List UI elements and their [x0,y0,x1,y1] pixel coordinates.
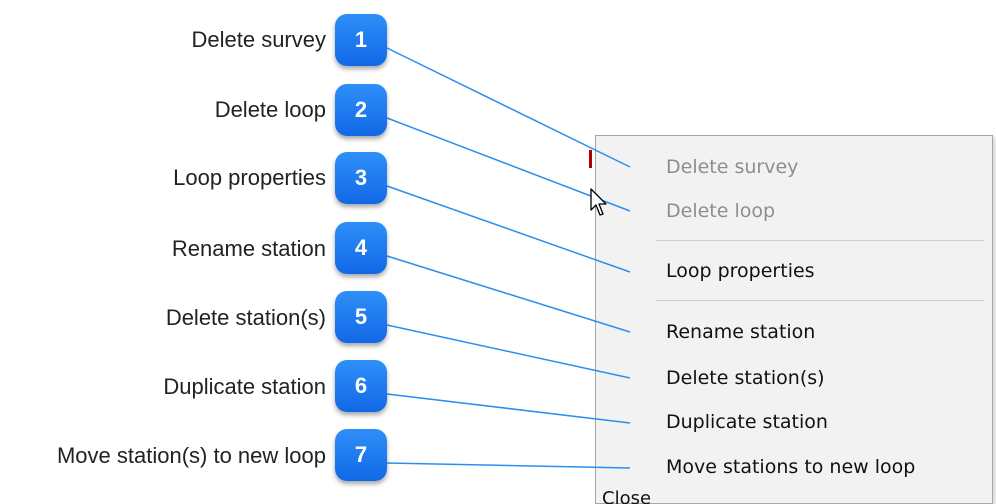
leader-line-5 [386,324,631,379]
menu-item-delete-stations[interactable]: Delete station(s) [666,367,825,389]
leader-line-6 [386,393,631,424]
arrow-pointer-icon [590,188,607,216]
callout-label-7: Move station(s) to new loop [56,443,326,468]
callout-badge-4: 4 [335,222,387,274]
callout-label-3: Loop properties [173,165,326,190]
leader-line-1 [386,47,631,168]
callout-label-2: Delete loop [214,97,326,122]
callout-label-1: Delete survey [191,27,326,52]
callout-badge-3: 3 [335,152,387,204]
menu-item-move-stations-to-new-loop[interactable]: Move stations to new loop [666,456,915,478]
leader-line-4 [386,255,631,333]
menu-item-duplicate-station[interactable]: Duplicate station [666,411,828,433]
background-fragment [589,150,592,168]
callout-badge-6: 6 [335,360,387,412]
menu-separator [656,240,984,241]
leader-line-7 [386,462,631,469]
background-partial-text: Close [602,488,652,504]
callout-label-5: Delete station(s) [165,305,326,330]
callout-badge-1: 1 [335,14,387,66]
callout-badge-2: 2 [335,84,387,136]
menu-item-delete-loop[interactable]: Delete loop [666,200,775,222]
menu-separator [656,300,984,301]
annotated-screenshot: Delete survey Delete loop Loop propertie… [0,0,996,504]
menu-item-loop-properties[interactable]: Loop properties [666,260,815,282]
callout-badge-5: 5 [335,291,387,343]
callout-label-4: Rename station [171,236,326,261]
menu-item-delete-survey[interactable]: Delete survey [666,156,798,178]
menu-item-rename-station[interactable]: Rename station [666,321,815,343]
context-menu: Delete survey Delete loop Loop propertie… [595,135,993,504]
callout-badge-7: 7 [335,429,387,481]
callout-label-6: Duplicate station [163,374,326,399]
